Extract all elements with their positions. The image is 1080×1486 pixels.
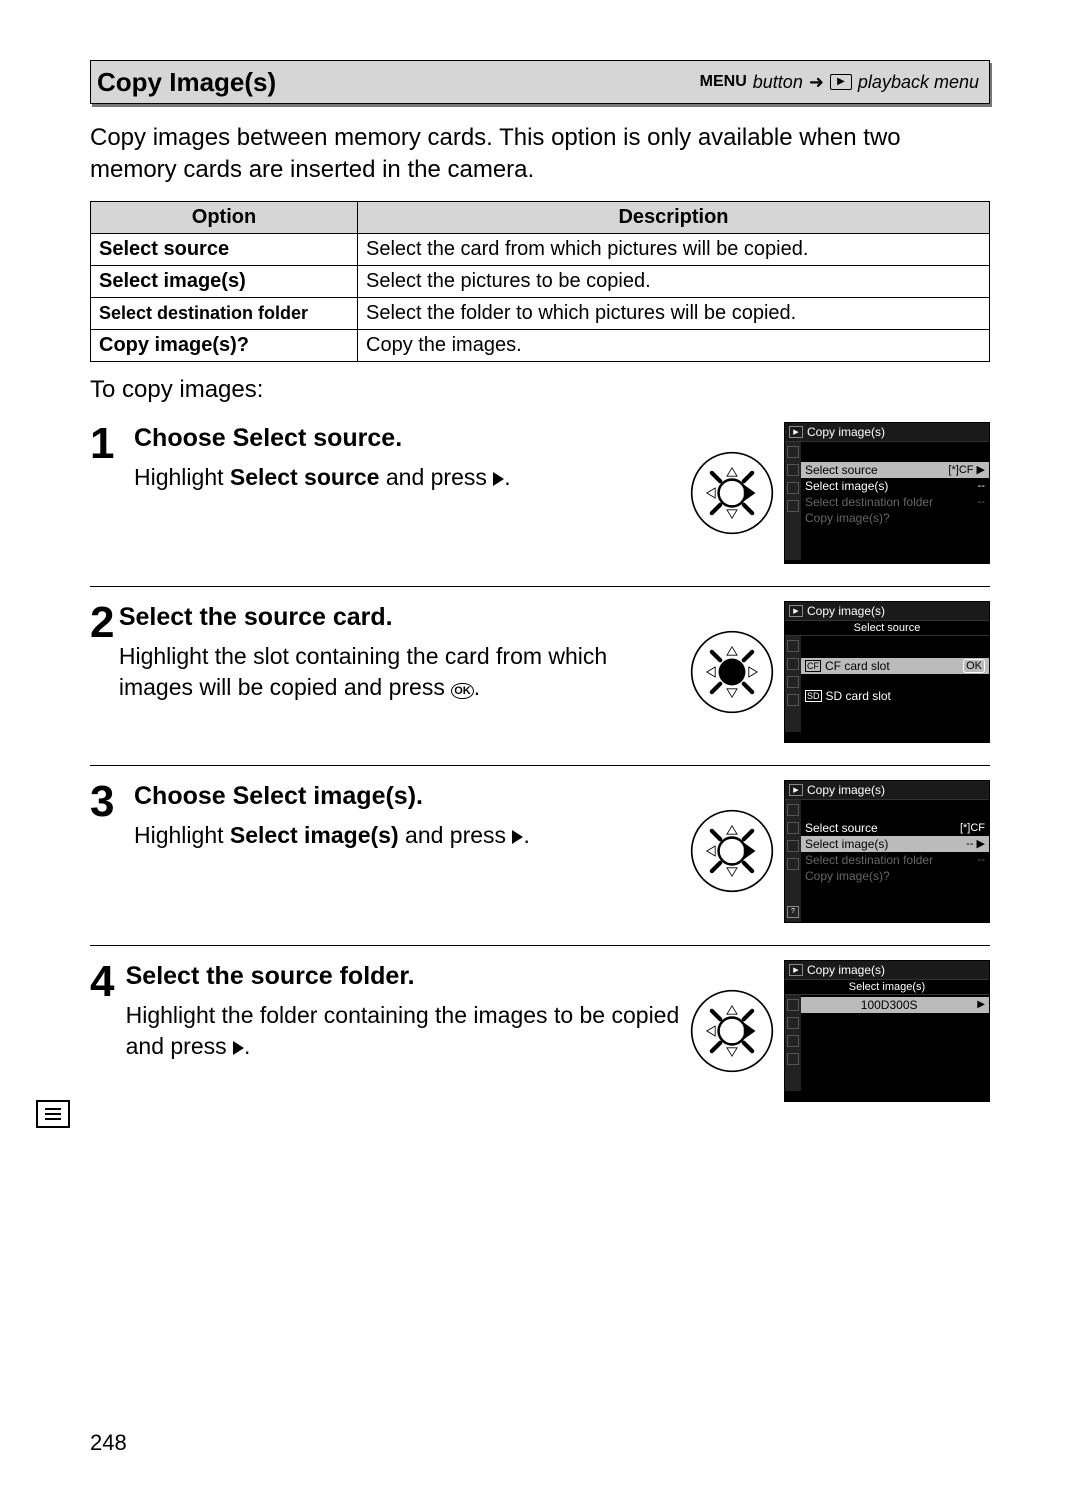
- step-body: Select the source card. Highlight the sl…: [119, 601, 690, 743]
- lcd-row: Select destination folder--: [801, 494, 989, 510]
- playback-menu-label: playback menu: [858, 72, 979, 93]
- table-row: Copy image(s)?Copy the images.: [91, 329, 990, 361]
- to-copy-text: To copy images:: [90, 376, 990, 404]
- step-illustration: ▶Copy image(s) Select source CFCF card s…: [690, 601, 990, 743]
- manual-page: Copy Image(s) MENU button ➜ ▶ playback m…: [0, 0, 1080, 1486]
- lcd-row: Select source[*]CF: [801, 820, 989, 836]
- step-instruction: Highlight the folder containing the imag…: [126, 1000, 680, 1062]
- lcd-row: Select image(s)--: [801, 478, 989, 494]
- section-title: Copy Image(s): [97, 67, 276, 98]
- step-body: Choose Select image(s). Highlight Select…: [134, 780, 690, 923]
- th-option: Option: [91, 201, 358, 233]
- step-body: Select the source folder. Highlight the …: [126, 960, 690, 1102]
- section-header: Copy Image(s) MENU button ➜ ▶ playback m…: [90, 60, 990, 104]
- step-4: 4 Select the source folder. Highlight th…: [90, 945, 990, 1124]
- playback-tab-icon: ▶: [789, 426, 803, 438]
- step-title: Select the source card.: [119, 601, 680, 635]
- table-row: Select sourceSelect the card from which …: [91, 233, 990, 265]
- arrow-icon: ➜: [809, 72, 824, 93]
- ok-badge: OK: [963, 659, 985, 673]
- step-illustration: ▶Copy image(s) ? Select source[*]CF Sele…: [690, 780, 990, 923]
- lcd-row: SDSD card slot: [801, 688, 989, 704]
- multiselector-right-icon: [690, 809, 774, 893]
- steps-list: 1 Choose Select source. Highlight Select…: [90, 408, 990, 1124]
- lcd-row: Select source[*]CF ▶: [801, 462, 989, 478]
- right-arrow-icon: [493, 472, 504, 486]
- step-title: Choose Select source.: [134, 422, 680, 456]
- intro-text: Copy images between memory cards. This o…: [90, 122, 990, 187]
- page-number: 248: [90, 1430, 127, 1456]
- step-3: 3 Choose Select image(s). Highlight Sele…: [90, 765, 990, 945]
- menu-path: MENU button ➜ ▶ playback menu: [700, 72, 979, 93]
- step-1: 1 Choose Select source. Highlight Select…: [90, 408, 990, 586]
- step-number: 1: [90, 422, 134, 564]
- step-title: Select the source folder.: [126, 960, 680, 994]
- step-illustration: ▶Copy image(s) Select image(s) 100D300S …: [690, 960, 990, 1102]
- lcd-row: Copy image(s)?: [801, 510, 989, 526]
- margin-list-icon: [36, 1100, 70, 1128]
- th-description: Description: [358, 201, 990, 233]
- step-instruction: Highlight the slot containing the card f…: [119, 641, 680, 703]
- step-instruction: Highlight Select source and press .: [134, 462, 680, 493]
- lcd-row: CFCF card slotOK: [801, 658, 989, 674]
- step-number: 4: [90, 960, 126, 1102]
- right-arrow-icon: [233, 1041, 244, 1055]
- camera-screen: ▶Copy image(s) Select source CFCF card s…: [784, 601, 990, 743]
- camera-screen: ▶Copy image(s) Select image(s) 100D300S …: [784, 960, 990, 1102]
- right-arrow-icon: [512, 830, 523, 844]
- playback-icon: ▶: [830, 74, 852, 90]
- options-table: Option Description Select sourceSelect t…: [90, 201, 990, 362]
- step-number: 2: [90, 601, 119, 743]
- lcd-row: Select image(s)-- ▶: [801, 836, 989, 852]
- playback-tab-icon: ▶: [789, 784, 803, 796]
- multiselector-right-icon: [690, 989, 774, 1073]
- table-row: Select destination folderSelect the fold…: [91, 297, 990, 329]
- step-illustration: ▶Copy image(s) Select source[*]CF ▶ Sele…: [690, 422, 990, 564]
- multiselector-ok-icon: [690, 630, 774, 714]
- ok-button-icon: OK: [451, 683, 474, 700]
- menu-word: MENU: [700, 73, 747, 91]
- lcd-row: Select destination folder--: [801, 852, 989, 868]
- lcd-row: 100D300S ▶: [801, 997, 989, 1013]
- step-instruction: Highlight Select image(s) and press .: [134, 820, 680, 851]
- camera-screen: ▶Copy image(s) Select source[*]CF ▶ Sele…: [784, 422, 990, 564]
- step-body: Choose Select source. Highlight Select s…: [134, 422, 690, 564]
- step-number: 3: [90, 780, 134, 923]
- playback-tab-icon: ▶: [789, 964, 803, 976]
- multiselector-right-icon: [690, 451, 774, 535]
- table-row: Select image(s)Select the pictures to be…: [91, 265, 990, 297]
- camera-screen: ▶Copy image(s) ? Select source[*]CF Sele…: [784, 780, 990, 923]
- step-2: 2 Select the source card. Highlight the …: [90, 586, 990, 765]
- button-word: button: [753, 72, 803, 93]
- step-title: Choose Select image(s).: [134, 780, 680, 814]
- playback-tab-icon: ▶: [789, 605, 803, 617]
- lcd-row: Copy image(s)?: [801, 868, 989, 884]
